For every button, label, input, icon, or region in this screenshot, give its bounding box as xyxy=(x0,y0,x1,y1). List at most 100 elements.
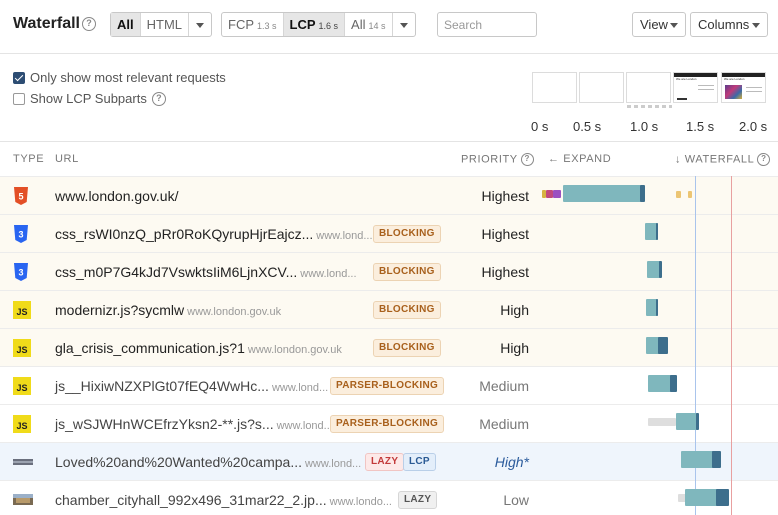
request-bar-end[interactable] xyxy=(696,413,699,430)
page-title: Waterfall xyxy=(13,15,80,32)
misc-marker[interactable] xyxy=(688,191,692,198)
request-url[interactable]: css_rsWI0nzQ_pRr0RoKQyrupHjrEajcz... www.… xyxy=(55,226,373,242)
metric-all-button[interactable]: All 14 s xyxy=(345,13,393,36)
metric-label: All xyxy=(351,17,366,32)
request-url-text: css_rsWI0nzQ_pRr0RoKQyrupHjrEajcz... xyxy=(55,226,314,242)
priority-value: Medium xyxy=(479,416,529,432)
checkbox-label: Show LCP Subparts xyxy=(30,91,147,106)
search-input[interactable] xyxy=(437,12,537,37)
column-priority-label: PRIORITY xyxy=(461,153,518,166)
metric-fcp-button[interactable]: FCP 1.3 s xyxy=(222,13,284,36)
lcp-subparts-checkbox[interactable]: Show LCP Subparts ? xyxy=(13,91,166,106)
checkbox-checked-icon[interactable] xyxy=(13,71,25,84)
request-url-text: gla_crisis_communication.js?1 xyxy=(55,340,245,356)
request-host: www.lond... xyxy=(300,268,357,280)
column-priority[interactable]: PRIORITY? xyxy=(461,153,534,166)
priority-value: Low xyxy=(503,492,529,508)
divider xyxy=(0,141,778,142)
filmstrip-tick: 2.0 s xyxy=(739,119,768,134)
request-bar-end[interactable] xyxy=(670,375,677,392)
help-icon[interactable]: ? xyxy=(520,153,534,166)
request-host: www.london.gov.uk xyxy=(247,344,342,356)
wait-bar[interactable] xyxy=(648,418,676,426)
lcp-marker-line xyxy=(731,176,732,515)
css-file-icon: 3 xyxy=(13,263,31,281)
help-icon[interactable]: ? xyxy=(82,17,96,31)
metric-time: 14 s xyxy=(368,21,386,31)
request-url-text: modernizr.js?sycmlw xyxy=(55,302,185,318)
priority-value: Highest xyxy=(481,264,529,280)
connect-segment[interactable] xyxy=(546,190,553,198)
filter-html-button[interactable]: HTML xyxy=(141,13,190,36)
request-bar[interactable] xyxy=(648,375,672,392)
request-bar-end[interactable] xyxy=(716,489,729,506)
priority-value: High xyxy=(500,302,529,318)
request-url[interactable]: js__HixiwNZXPlGt07fEQ4WwHc... www.lond... xyxy=(55,378,328,394)
misc-marker[interactable] xyxy=(676,191,681,198)
request-bar-end[interactable] xyxy=(658,337,668,354)
request-bar[interactable] xyxy=(563,185,641,202)
filmstrip-frame-london-lcp[interactable]: We are London xyxy=(721,72,766,103)
request-url-text: Loved%20and%20Wanted%20campa... xyxy=(55,454,302,470)
request-host: www.lond... xyxy=(304,458,362,470)
css-file-icon: 3 xyxy=(13,225,31,243)
screenshot-hero-image xyxy=(725,85,742,99)
parser-blocking-badge: PARSER-BLOCKING xyxy=(330,415,445,433)
screenshot-button xyxy=(677,98,687,100)
request-bar[interactable] xyxy=(685,489,718,506)
priority-value: High xyxy=(500,340,529,356)
request-bar[interactable] xyxy=(681,451,714,468)
view-dropdown[interactable]: View xyxy=(632,12,686,37)
js-file-icon: JS xyxy=(13,339,31,357)
relevant-requests-checkbox[interactable]: Only show most relevant requests xyxy=(13,70,226,85)
blocking-badge: BLOCKING xyxy=(373,225,441,243)
icon-glyph: 5 xyxy=(18,192,23,202)
metric-time: 1.6 s xyxy=(318,21,339,31)
toolbar: Waterfall ? All HTML FCP 1.3 s LCP 1.6 s A… xyxy=(0,0,778,50)
icon-glyph: JS xyxy=(16,383,27,393)
request-bar-end[interactable] xyxy=(659,261,662,278)
filmstrip-frame-london[interactable]: We are London xyxy=(673,72,718,103)
request-host: www.londo... xyxy=(329,496,392,508)
request-bar-end[interactable] xyxy=(656,299,658,316)
chevron-down-icon[interactable] xyxy=(189,13,211,36)
metric-label: FCP xyxy=(228,17,254,32)
js-file-icon: JS xyxy=(13,377,31,395)
chevron-down-icon[interactable] xyxy=(393,13,415,36)
metric-lcp-button[interactable]: LCP 1.6 s xyxy=(283,13,346,36)
request-url[interactable]: gla_crisis_communication.js?1 www.london.… xyxy=(55,340,342,356)
icon-glyph: JS xyxy=(16,307,27,317)
request-url[interactable]: www.london.gov.uk/ xyxy=(55,188,178,204)
request-bar-end[interactable] xyxy=(640,185,645,202)
column-type[interactable]: TYPE xyxy=(13,153,44,165)
screenshot-line xyxy=(746,87,762,88)
checkbox-icon[interactable] xyxy=(13,92,25,105)
lcp-badge: LCP xyxy=(403,453,436,471)
request-url[interactable]: Loved%20and%20Wanted%20campa... www.lond.… xyxy=(55,454,361,470)
ssl-segment[interactable] xyxy=(553,190,561,198)
request-url-text: js_wSJWHnWCEfrzYksn2-**.js?s... xyxy=(55,416,274,432)
columns-dropdown[interactable]: Columns xyxy=(690,12,768,37)
filmstrip-tick: 1.0 s xyxy=(630,119,659,134)
filmstrip-tick: 0.5 s xyxy=(573,119,602,134)
filmstrip-frame-empty[interactable] xyxy=(532,72,577,103)
request-url[interactable]: js_wSJWHnWCEfrzYksn2-**.js?s... www.lond.… xyxy=(55,416,333,432)
column-waterfall[interactable]: ↓ WATERFALL? xyxy=(675,153,771,166)
expand-button[interactable]: ← EXPAND xyxy=(548,153,611,165)
request-bar[interactable] xyxy=(676,413,698,430)
html-file-icon: 5 xyxy=(13,187,31,205)
help-icon[interactable]: ? xyxy=(151,91,166,106)
request-url[interactable]: modernizr.js?sycmlw www.london.gov.uk xyxy=(55,302,281,318)
help-icon[interactable]: ? xyxy=(757,153,771,166)
request-bar-end[interactable] xyxy=(712,451,721,468)
filmstrip-frame-empty[interactable] xyxy=(579,72,624,103)
filmstrip-frame-empty[interactable] xyxy=(626,72,671,103)
icon-glyph: JS xyxy=(16,345,27,355)
type-filter: All HTML xyxy=(110,12,213,37)
filter-all-button[interactable]: All xyxy=(111,13,141,36)
filmstrip-tick: 0 s xyxy=(531,119,549,134)
request-url[interactable]: chamber_cityhall_992x496_31mar22_2.jp...… xyxy=(55,492,392,508)
column-url[interactable]: URL xyxy=(55,153,79,165)
request-url[interactable]: css_m0P7G4kJd7VswktsIiM6LjnXCV... www.lon… xyxy=(55,264,357,280)
request-bar-end[interactable] xyxy=(656,223,658,240)
